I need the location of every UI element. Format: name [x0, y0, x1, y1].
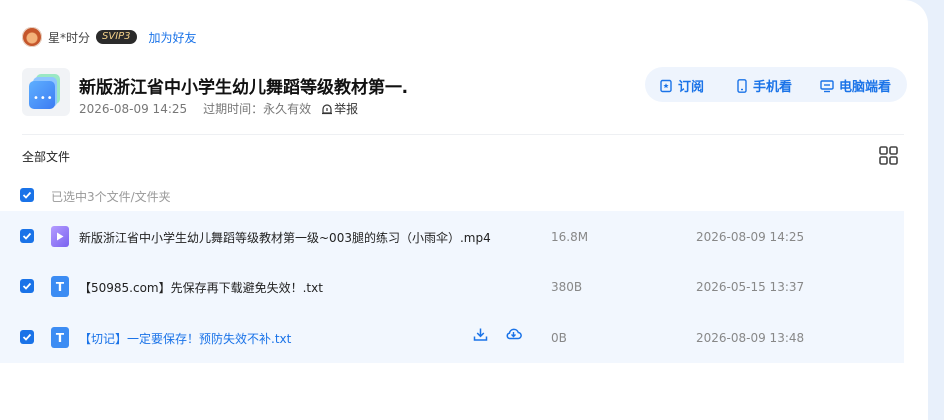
share-meta: 2026-08-09 14:25 过期时间： 永久有效 举报 — [79, 100, 358, 117]
selection-count: 已选中3个文件/文件夹 — [51, 190, 171, 204]
desktop-view-label: 电脑端看 — [839, 80, 892, 95]
checkmark-icon — [22, 191, 32, 199]
text-file-icon: T — [51, 327, 69, 348]
owner-name: 星*时分 — [48, 30, 91, 45]
file-name[interactable]: 【50985.com】先保存再下载避免失效！.txt — [79, 279, 323, 296]
save-to-cloud-button[interactable] — [505, 326, 522, 345]
row-checkbox[interactable] — [20, 279, 34, 293]
share-folder-icon: ••• — [22, 68, 70, 116]
table-row[interactable]: T 【50985.com】先保存再下载避免失效！.txt 380B 2026-0… — [0, 261, 904, 311]
phone-icon — [737, 78, 747, 93]
download-button[interactable] — [473, 327, 488, 346]
share-card: 星*时分 SVIP3 加为好友 ••• 新版浙江省中小学生幼儿舞蹈等级教材第一…… — [0, 0, 928, 420]
file-size: 380B — [551, 280, 583, 294]
report-icon — [322, 103, 333, 114]
file-name[interactable]: 【切记】一定要保存！预防失效不补.txt — [79, 330, 291, 347]
subscribe-label: 订阅 — [678, 80, 705, 95]
subscribe-button[interactable]: 订阅 — [659, 76, 704, 95]
file-size: 0B — [551, 331, 567, 345]
text-file-icon: T — [51, 276, 69, 297]
file-date: 2026-08-09 13:48 — [696, 331, 805, 345]
share-title: 新版浙江省中小学生幼儿舞蹈等级教材第一… — [79, 78, 409, 98]
checkmark-icon — [22, 232, 32, 240]
row-checkbox[interactable] — [20, 229, 34, 243]
expire-label: 过期时间： — [203, 102, 264, 116]
table-row[interactable]: 新版浙江省中小学生幼儿舞蹈等级教材第一级~003腿的练习（小雨伞）.mp4 16… — [0, 211, 904, 261]
all-files-heading: 全部文件 — [22, 150, 71, 164]
video-icon — [51, 226, 69, 247]
file-date: 2026-05-15 13:37 — [696, 280, 805, 294]
select-all-checkbox[interactable] — [20, 188, 34, 202]
file-list: 新版浙江省中小学生幼儿舞蹈等级教材第一级~003腿的练习（小雨伞）.mp4 16… — [0, 211, 904, 363]
row-checkbox[interactable] — [20, 330, 34, 344]
cloud-save-icon — [506, 328, 522, 340]
share-date: 2026-08-09 14:25 — [79, 101, 188, 116]
desktop-view-button[interactable]: 电脑端看 — [820, 76, 891, 95]
checkmark-icon — [22, 333, 32, 341]
mobile-view-button[interactable]: 手机看 — [736, 76, 792, 95]
table-row[interactable]: T 【切记】一定要保存！预防失效不补.txt 0B 2026-08-09 13:… — [0, 311, 904, 361]
owner-row: 星*时分 SVIP3 加为好友 — [22, 27, 197, 47]
expire-value: 永久有效 — [263, 102, 312, 116]
file-size: 16.8M — [551, 230, 589, 244]
vip-badge: SVIP3 — [96, 30, 137, 44]
grid-view-icon — [879, 146, 898, 165]
file-name[interactable]: 新版浙江省中小学生幼儿舞蹈等级教材第一级~003腿的练习（小雨伞）.mp4 — [79, 229, 491, 246]
mobile-view-label: 手机看 — [753, 80, 793, 95]
avatar[interactable] — [22, 27, 42, 47]
monitor-icon — [820, 79, 834, 92]
scrollbar-track[interactable] — [928, 0, 944, 420]
report-button[interactable]: 举报 — [321, 100, 358, 117]
grid-view-toggle[interactable] — [879, 146, 898, 169]
file-date: 2026-08-09 14:25 — [696, 230, 805, 244]
add-friend-link[interactable]: 加为好友 — [149, 29, 197, 46]
checkmark-icon — [22, 282, 32, 290]
download-icon — [473, 328, 488, 341]
header-divider — [22, 134, 904, 135]
report-label: 举报 — [334, 102, 359, 116]
subscribe-icon — [660, 79, 672, 92]
action-pill: 订阅 手机看 电脑端看 — [645, 67, 907, 102]
